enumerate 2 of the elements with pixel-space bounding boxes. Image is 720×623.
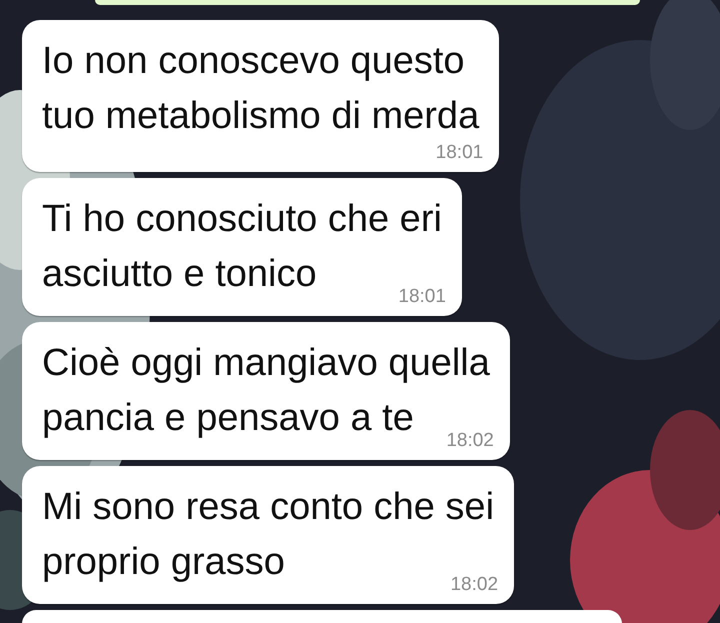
message-text: Io non conoscevo questo tuo metabolismo di merda — [42, 40, 480, 137]
timestamp: 18:01 — [436, 142, 484, 164]
